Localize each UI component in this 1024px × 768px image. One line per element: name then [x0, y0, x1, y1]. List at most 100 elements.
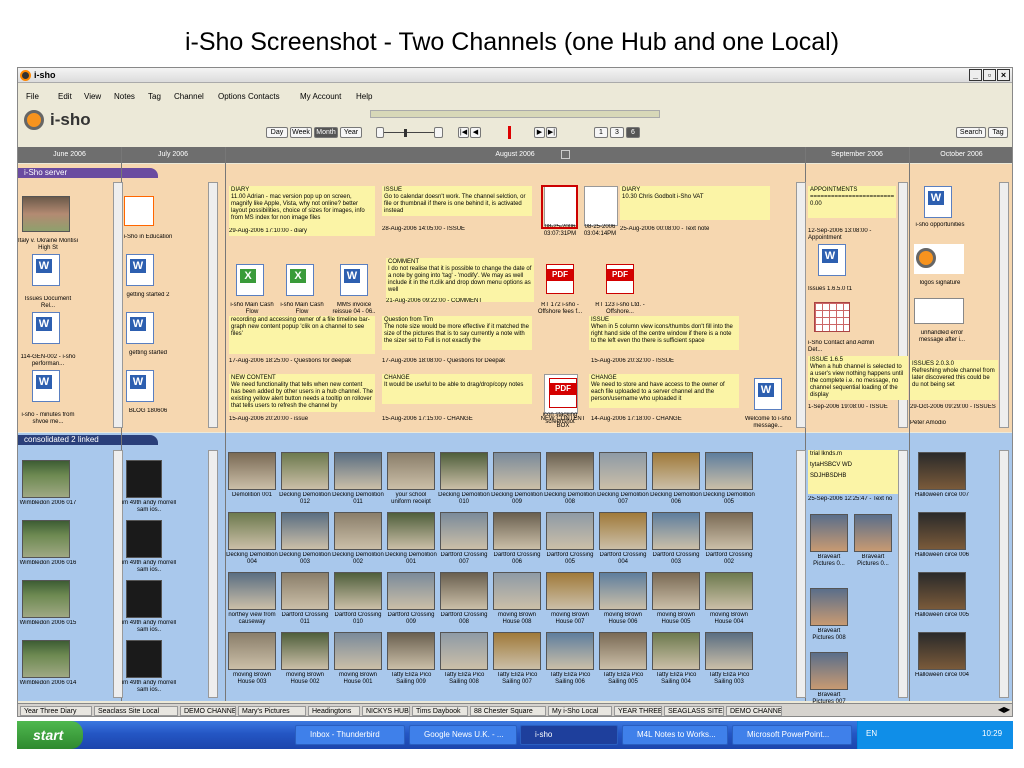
photo-thumb[interactable] [387, 452, 435, 490]
screenshot-thumb[interactable] [584, 186, 618, 226]
bottom-channel-header[interactable]: consolidated 2 linked [18, 435, 158, 445]
photo-thumb[interactable] [440, 452, 488, 490]
issue-note[interactable]: ISSUE 1.6.5 When a hub channel is selecte… [808, 356, 908, 400]
photo-thumb[interactable] [599, 452, 647, 490]
photo-thumb[interactable] [228, 632, 276, 670]
calendar-icon[interactable] [814, 302, 850, 332]
photo-thumb[interactable] [334, 632, 382, 670]
note-card[interactable]: DIARY 10.30 Chris Godbolt i-Sho VAT [620, 186, 770, 220]
photo-thumb[interactable] [228, 512, 276, 550]
word-doc-icon[interactable] [32, 370, 60, 402]
bottom-scrollbar[interactable] [208, 450, 218, 698]
photo-thumb[interactable] [281, 512, 329, 550]
zoom-slider[interactable] [376, 127, 446, 138]
photo-thumb[interactable] [546, 572, 594, 610]
photo-thumb[interactable] [705, 572, 753, 610]
bottom-scrollbar[interactable] [999, 450, 1009, 698]
note-card[interactable]: NEW CONTENT We need functionality that te… [229, 374, 375, 412]
menu-help[interactable]: Help [356, 92, 372, 101]
photo-thumb[interactable] [387, 632, 435, 670]
photo-thumb[interactable] [810, 514, 848, 552]
month-1[interactable]: July 2006 [121, 151, 225, 158]
taskbar-button[interactable]: M4L Notes to Works... [622, 725, 728, 745]
photo-thumb[interactable] [440, 512, 488, 550]
search-button[interactable]: Search [956, 127, 986, 138]
top-scrollbar[interactable] [999, 182, 1009, 428]
channel-tab[interactable]: Headingtons [308, 706, 360, 716]
photo-thumb[interactable] [599, 512, 647, 550]
photo-thumb[interactable] [228, 572, 276, 610]
screenshot-thumb[interactable] [914, 298, 964, 324]
channel-tab[interactable]: DEMO CHANNEL [180, 706, 236, 716]
last-icon[interactable]: ▶| [546, 127, 557, 138]
photo-thumb[interactable] [493, 632, 541, 670]
photo-thumb[interactable] [652, 452, 700, 490]
month-button[interactable]: Month [314, 127, 338, 138]
channel-tab[interactable]: Tims Daybook [412, 706, 468, 716]
menu-tag[interactable]: Tag [148, 92, 161, 101]
photo-thumb[interactable] [705, 512, 753, 550]
next-icon[interactable]: ▶ [534, 127, 545, 138]
close-button[interactable]: × [997, 69, 1010, 81]
photo-thumb[interactable] [652, 572, 700, 610]
appointment-note[interactable]: APPOINTMENTS============================… [808, 186, 896, 218]
word-doc-icon[interactable] [818, 244, 846, 276]
top-channel-header[interactable]: i-Sho server [18, 168, 158, 178]
issue-note[interactable]: ISSUES 2.0.3.0 Refreshing whole channel f… [910, 360, 998, 400]
photo-thumb[interactable] [440, 632, 488, 670]
channel-tab[interactable]: YEAR THREE [614, 706, 662, 716]
menu-file[interactable]: File [26, 92, 39, 101]
top-scrollbar[interactable] [208, 182, 218, 428]
photo-thumb[interactable] [854, 514, 892, 552]
menu-channel[interactable]: Channel [174, 92, 204, 101]
photo-thumb[interactable] [918, 572, 966, 610]
bottom-scrollbar[interactable] [898, 450, 908, 698]
word-doc-icon[interactable] [754, 378, 782, 410]
pdf-icon[interactable] [606, 264, 634, 294]
photo-thumb[interactable] [918, 452, 966, 490]
photo-thumb[interactable] [387, 572, 435, 610]
menu-contacts[interactable]: Contacts [248, 92, 280, 101]
language-indicator[interactable]: EN [866, 729, 877, 738]
taskbar-button[interactable]: i-sho [520, 725, 618, 745]
month-4[interactable]: October 2006 [909, 151, 1012, 158]
day-button[interactable]: Day [266, 127, 288, 138]
zoom-thumb[interactable] [404, 129, 407, 137]
ppt-icon[interactable] [124, 196, 154, 226]
photo-thumb[interactable] [22, 460, 70, 498]
photo-thumb[interactable] [546, 632, 594, 670]
photo-thumb[interactable] [281, 632, 329, 670]
top-scrollbar[interactable] [113, 182, 123, 428]
pdf-icon[interactable] [549, 378, 577, 408]
taskbar-button[interactable]: Inbox - Thunderbird [295, 725, 405, 745]
channel-tab[interactable]: Year Three Diary [20, 706, 92, 716]
word-doc-icon[interactable] [340, 264, 368, 296]
channel-tab[interactable]: NICKYS HUB [362, 706, 410, 716]
minimize-button[interactable]: _ [969, 69, 982, 81]
maximize-button[interactable]: ▫ [983, 69, 996, 81]
photo-thumb[interactable] [126, 640, 162, 678]
excel-icon[interactable] [236, 264, 264, 296]
photo-thumb[interactable] [599, 632, 647, 670]
bottom-scrollbar[interactable] [113, 450, 123, 698]
menu-my-account[interactable]: My Account [300, 92, 341, 101]
channel-tab[interactable]: My i-Sho Local [548, 706, 612, 716]
photo-thumb[interactable] [22, 580, 70, 618]
excel-icon[interactable] [286, 264, 314, 296]
month-2[interactable]: August 2006 [225, 151, 805, 158]
photo-thumb[interactable] [387, 512, 435, 550]
tab-scroll-icon[interactable]: ◀▶ [996, 705, 1012, 716]
year-button[interactable]: Year [340, 127, 362, 138]
photo-thumb[interactable] [493, 452, 541, 490]
photo-thumb[interactable] [126, 580, 162, 618]
channel-tab[interactable]: 88 Chester Square [470, 706, 546, 716]
prev-icon[interactable]: ◀ [470, 127, 481, 138]
bottom-scrollbar[interactable] [796, 450, 806, 698]
note-card[interactable]: CHANGE We need to store and have access t… [589, 374, 739, 408]
month-3[interactable]: September 2006 [805, 151, 909, 158]
pdf-icon[interactable] [546, 264, 574, 294]
photo-thumb[interactable] [493, 572, 541, 610]
note-card[interactable]: CHANGE It would be useful to be able to d… [382, 374, 532, 404]
taskbar-button[interactable]: Google News U.K. - ... [409, 725, 517, 745]
word-doc-icon[interactable] [32, 312, 60, 344]
